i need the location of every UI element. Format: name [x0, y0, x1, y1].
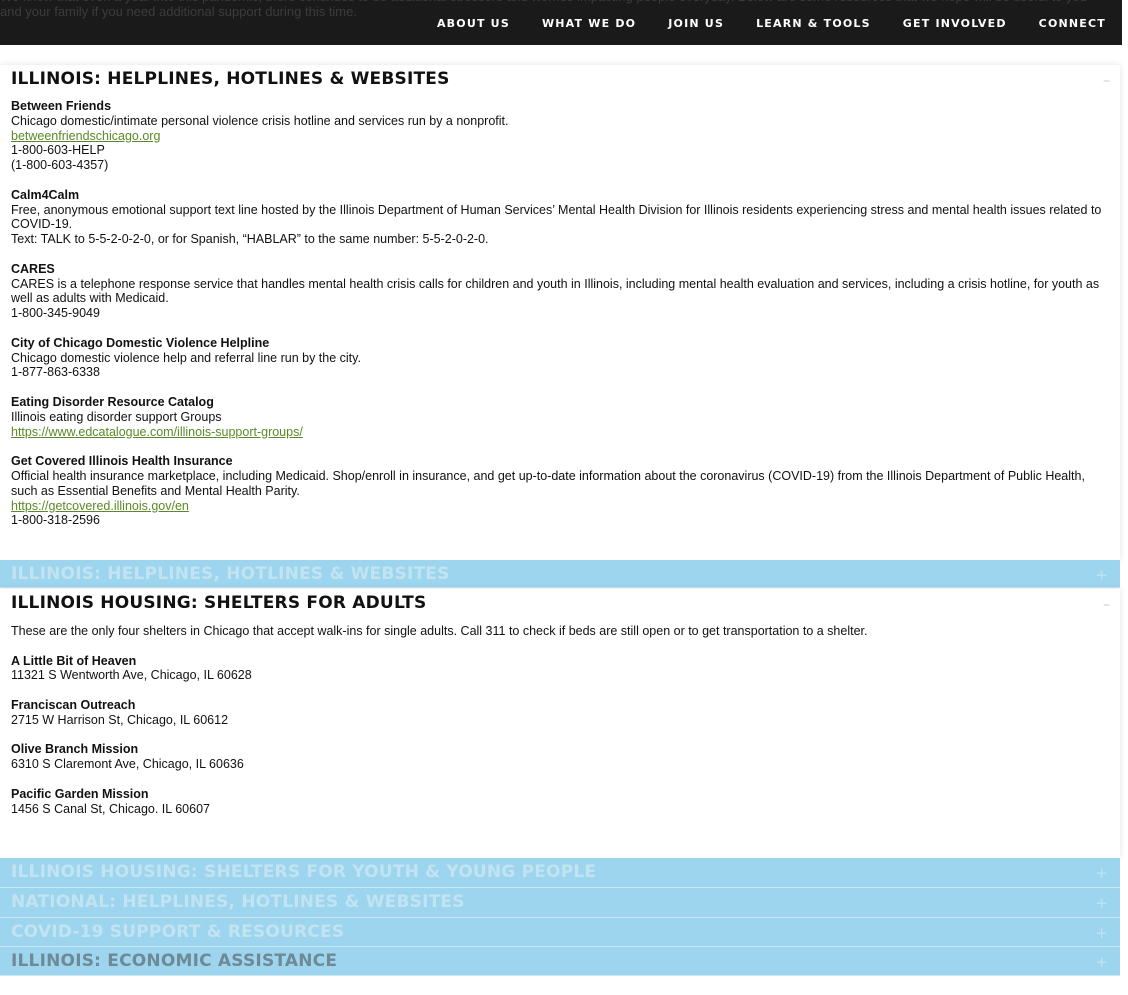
resource-entry: CARES CARES is a telephone response serv…	[11, 262, 1111, 321]
shelter-name: Franciscan Outreach	[11, 697, 136, 712]
resource-description: Illinois eating disorder support Groups	[11, 409, 222, 424]
accordion-bar-shelters-youth[interactable]: ILLINOIS HOUSING: SHELTERS FOR YOUTH & Y…	[0, 858, 1120, 888]
resource-name: Eating Disorder Resource Catalog	[11, 394, 214, 409]
shelter-address: 11321 S Wentworth Ave, Chicago, IL 60628	[11, 668, 252, 683]
shelter-name: A Little Bit of Heaven	[11, 653, 137, 668]
panel-body: These are the only four shelters in Chic…	[11, 624, 1111, 831]
resource-name: CARES	[11, 261, 55, 276]
expand-icon[interactable]: +	[1095, 864, 1108, 882]
resource-entry: Calm4Calm Free, anonymous emotional supp…	[11, 188, 1111, 247]
accordion-bar-covid-support[interactable]: COVID-19 SUPPORT & RESOURCES +	[0, 918, 1120, 947]
resource-phone-numeric: (1-800-603-4357)	[11, 158, 109, 173]
collapse-icon[interactable]: –	[1103, 597, 1110, 613]
shelter-name: Olive Branch Mission	[11, 742, 139, 757]
top-navigation-bar: We know that even a year into this pande…	[0, 0, 1122, 45]
bar-title: NATIONAL: HELPLINES, HOTLINES & WEBSITES	[11, 892, 465, 912]
expand-icon[interactable]: +	[1095, 924, 1108, 942]
resource-entry: Between Friends Chicago domestic/intimat…	[11, 99, 1111, 173]
shelter-entry: Franciscan Outreach 2715 W Harrison St, …	[11, 698, 1111, 728]
shelter-entry: Olive Branch Mission 6310 S Claremont Av…	[11, 742, 1111, 772]
expand-icon[interactable]: +	[1095, 953, 1108, 971]
nav-about-us[interactable]: ABOUT US	[437, 17, 510, 30]
shelters-intro: These are the only four shelters in Chic…	[11, 624, 868, 638]
panel-title[interactable]: ILLINOIS HOUSING: SHELTERS FOR ADULTS	[11, 593, 426, 613]
resource-link[interactable]: betweenfriendschicago.org	[11, 129, 160, 144]
collapse-icon[interactable]: –	[1103, 73, 1110, 89]
resource-phone: 1-800-318-2596	[11, 513, 100, 528]
resource-description: Free, anonymous emotional support text l…	[11, 202, 1102, 232]
resource-description: Chicago domestic violence help and refer…	[11, 350, 361, 365]
resource-link[interactable]: https://getcovered.illinois.gov/en	[11, 499, 189, 514]
resource-entry: City of Chicago Domestic Violence Helpli…	[11, 336, 1111, 380]
shelter-address: 6310 S Claremont Ave, Chicago, IL 60636	[11, 757, 244, 772]
resource-entry: Get Covered Illinois Health Insurance Of…	[11, 454, 1111, 528]
resource-name: Get Covered Illinois Health Insurance	[11, 454, 233, 469]
nav-connect[interactable]: CONNECT	[1039, 17, 1106, 30]
resource-description: CARES is a telephone response service th…	[11, 276, 1100, 306]
resource-name: Between Friends	[11, 99, 112, 113]
nav-learn-tools[interactable]: LEARN & TOOLS	[756, 17, 871, 30]
bar-title: ILLINOIS HOUSING: SHELTERS FOR YOUTH & Y…	[11, 862, 597, 882]
resource-link[interactable]: https://www.edcatalogue.com/illinois-sup…	[11, 425, 303, 440]
expand-icon[interactable]: +	[1095, 894, 1108, 912]
resource-name: City of Chicago Domestic Violence Helpli…	[11, 335, 270, 350]
panel-title[interactable]: ILLINOIS: HELPLINES, HOTLINES & WEBSITES	[11, 69, 450, 89]
accordion-bar-illinois-helplines[interactable]: ILLINOIS: HELPLINES, HOTLINES & WEBSITES…	[0, 560, 1120, 588]
accordion-panel-illinois-helplines: ILLINOIS: HELPLINES, HOTLINES & WEBSITES…	[0, 65, 1120, 560]
nav-what-we-do[interactable]: WHAT WE DO	[542, 17, 636, 30]
accordion-panel-shelters-adults: ILLINOIS HOUSING: SHELTERS FOR ADULTS – …	[0, 589, 1120, 858]
nav-get-involved[interactable]: GET INVOLVED	[903, 17, 1007, 30]
panel-body: Between Friends Chicago domestic/intimat…	[11, 99, 1111, 543]
resource-description: Chicago domestic/intimate personal viole…	[11, 113, 509, 128]
resource-name: Calm4Calm	[11, 187, 80, 202]
resource-phone: 1-800-345-9049	[11, 306, 100, 321]
main-nav: ABOUT US WHAT WE DO JOIN US LEARN & TOOL…	[405, 17, 1106, 30]
bar-title: COVID-19 SUPPORT & RESOURCES	[11, 922, 345, 942]
shelter-name: Pacific Garden Mission	[11, 786, 149, 801]
expand-icon[interactable]: +	[1095, 566, 1108, 584]
shelter-address: 1456 S Canal St, Chicago. IL 60607	[11, 801, 210, 816]
accordion-bar-national-helplines[interactable]: NATIONAL: HELPLINES, HOTLINES & WEBSITES…	[0, 888, 1120, 918]
nav-join-us[interactable]: JOIN US	[668, 17, 724, 30]
accordion-bar-economic-assistance[interactable]: ILLINOIS: ECONOMIC ASSISTANCE +	[0, 947, 1120, 976]
resource-phone: 1-877-863-6338	[11, 365, 100, 380]
resource-description: Official health insurance marketplace, i…	[11, 468, 1085, 498]
resource-text-instructions: Text: TALK to 5-5-2-0-2-0, or for Spanis…	[11, 232, 489, 247]
bar-title: ILLINOIS: ECONOMIC ASSISTANCE	[11, 951, 338, 971]
shelter-entry: Pacific Garden Mission 1456 S Canal St, …	[11, 787, 1111, 817]
bar-title: ILLINOIS: HELPLINES, HOTLINES & WEBSITES	[11, 564, 450, 584]
shelter-address: 2715 W Harrison St, Chicago, IL 60612	[11, 712, 229, 727]
resource-phone: 1-800-603-HELP	[11, 143, 105, 158]
resource-entry: Eating Disorder Resource Catalog Illinoi…	[11, 395, 1111, 439]
shelter-entry: A Little Bit of Heaven 11321 S Wentworth…	[11, 654, 1111, 684]
